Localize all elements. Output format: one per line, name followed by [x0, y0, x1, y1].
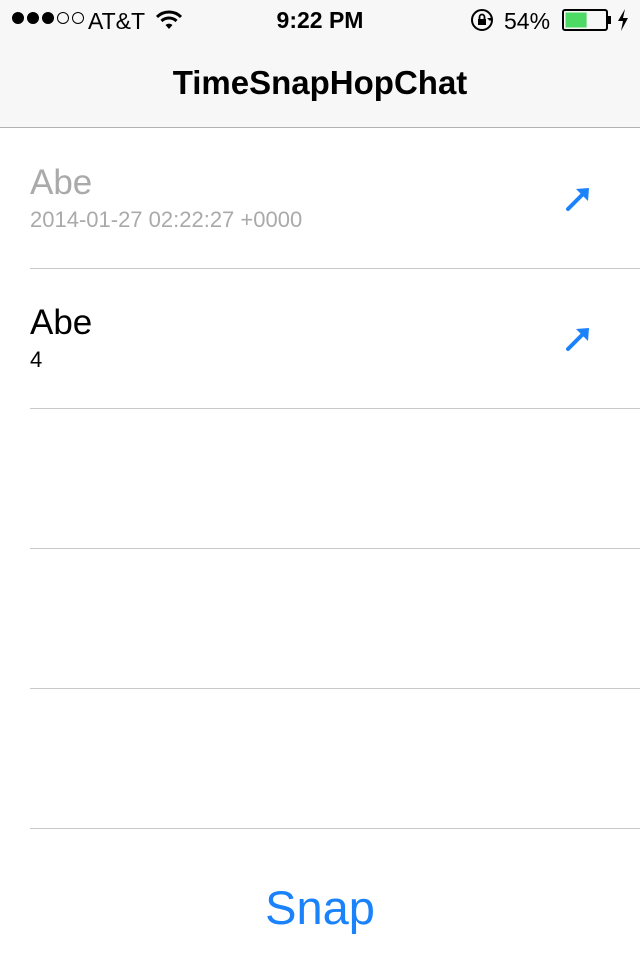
snap-button[interactable]: Snap: [0, 880, 640, 935]
app-screen: AT&T 9:22 PM 54% TimeSnapHopChat Abe 201…: [0, 0, 640, 960]
navigation-bar: TimeSnapHopChat: [0, 40, 640, 128]
page-title: TimeSnapHopChat: [172, 64, 468, 101]
charging-bolt-icon: [617, 9, 629, 36]
list-item-subtitle: 4: [30, 347, 43, 372]
list-item-subtitle: 2014-01-27 02:22:27 +0000: [30, 207, 303, 232]
list-item[interactable]: Abe 4: [30, 269, 640, 409]
orientation-lock-icon: [470, 8, 494, 37]
status-bar: AT&T 9:22 PM 54%: [0, 0, 640, 40]
arrow-up-right-icon[interactable]: [564, 183, 594, 213]
snap-list: Abe 2014-01-27 02:22:27 +0000 Abe 4: [0, 129, 640, 829]
empty-list-row: [30, 409, 640, 549]
empty-list-row: [30, 689, 640, 829]
battery-percentage: 54%: [504, 8, 551, 34]
list-item-title: Abe: [30, 303, 93, 342]
empty-list-row: [30, 549, 640, 689]
battery-icon: [562, 9, 612, 36]
arrow-up-right-icon[interactable]: [564, 323, 594, 353]
list-item[interactable]: Abe 2014-01-27 02:22:27 +0000: [30, 129, 640, 269]
list-item-title: Abe: [30, 163, 93, 202]
